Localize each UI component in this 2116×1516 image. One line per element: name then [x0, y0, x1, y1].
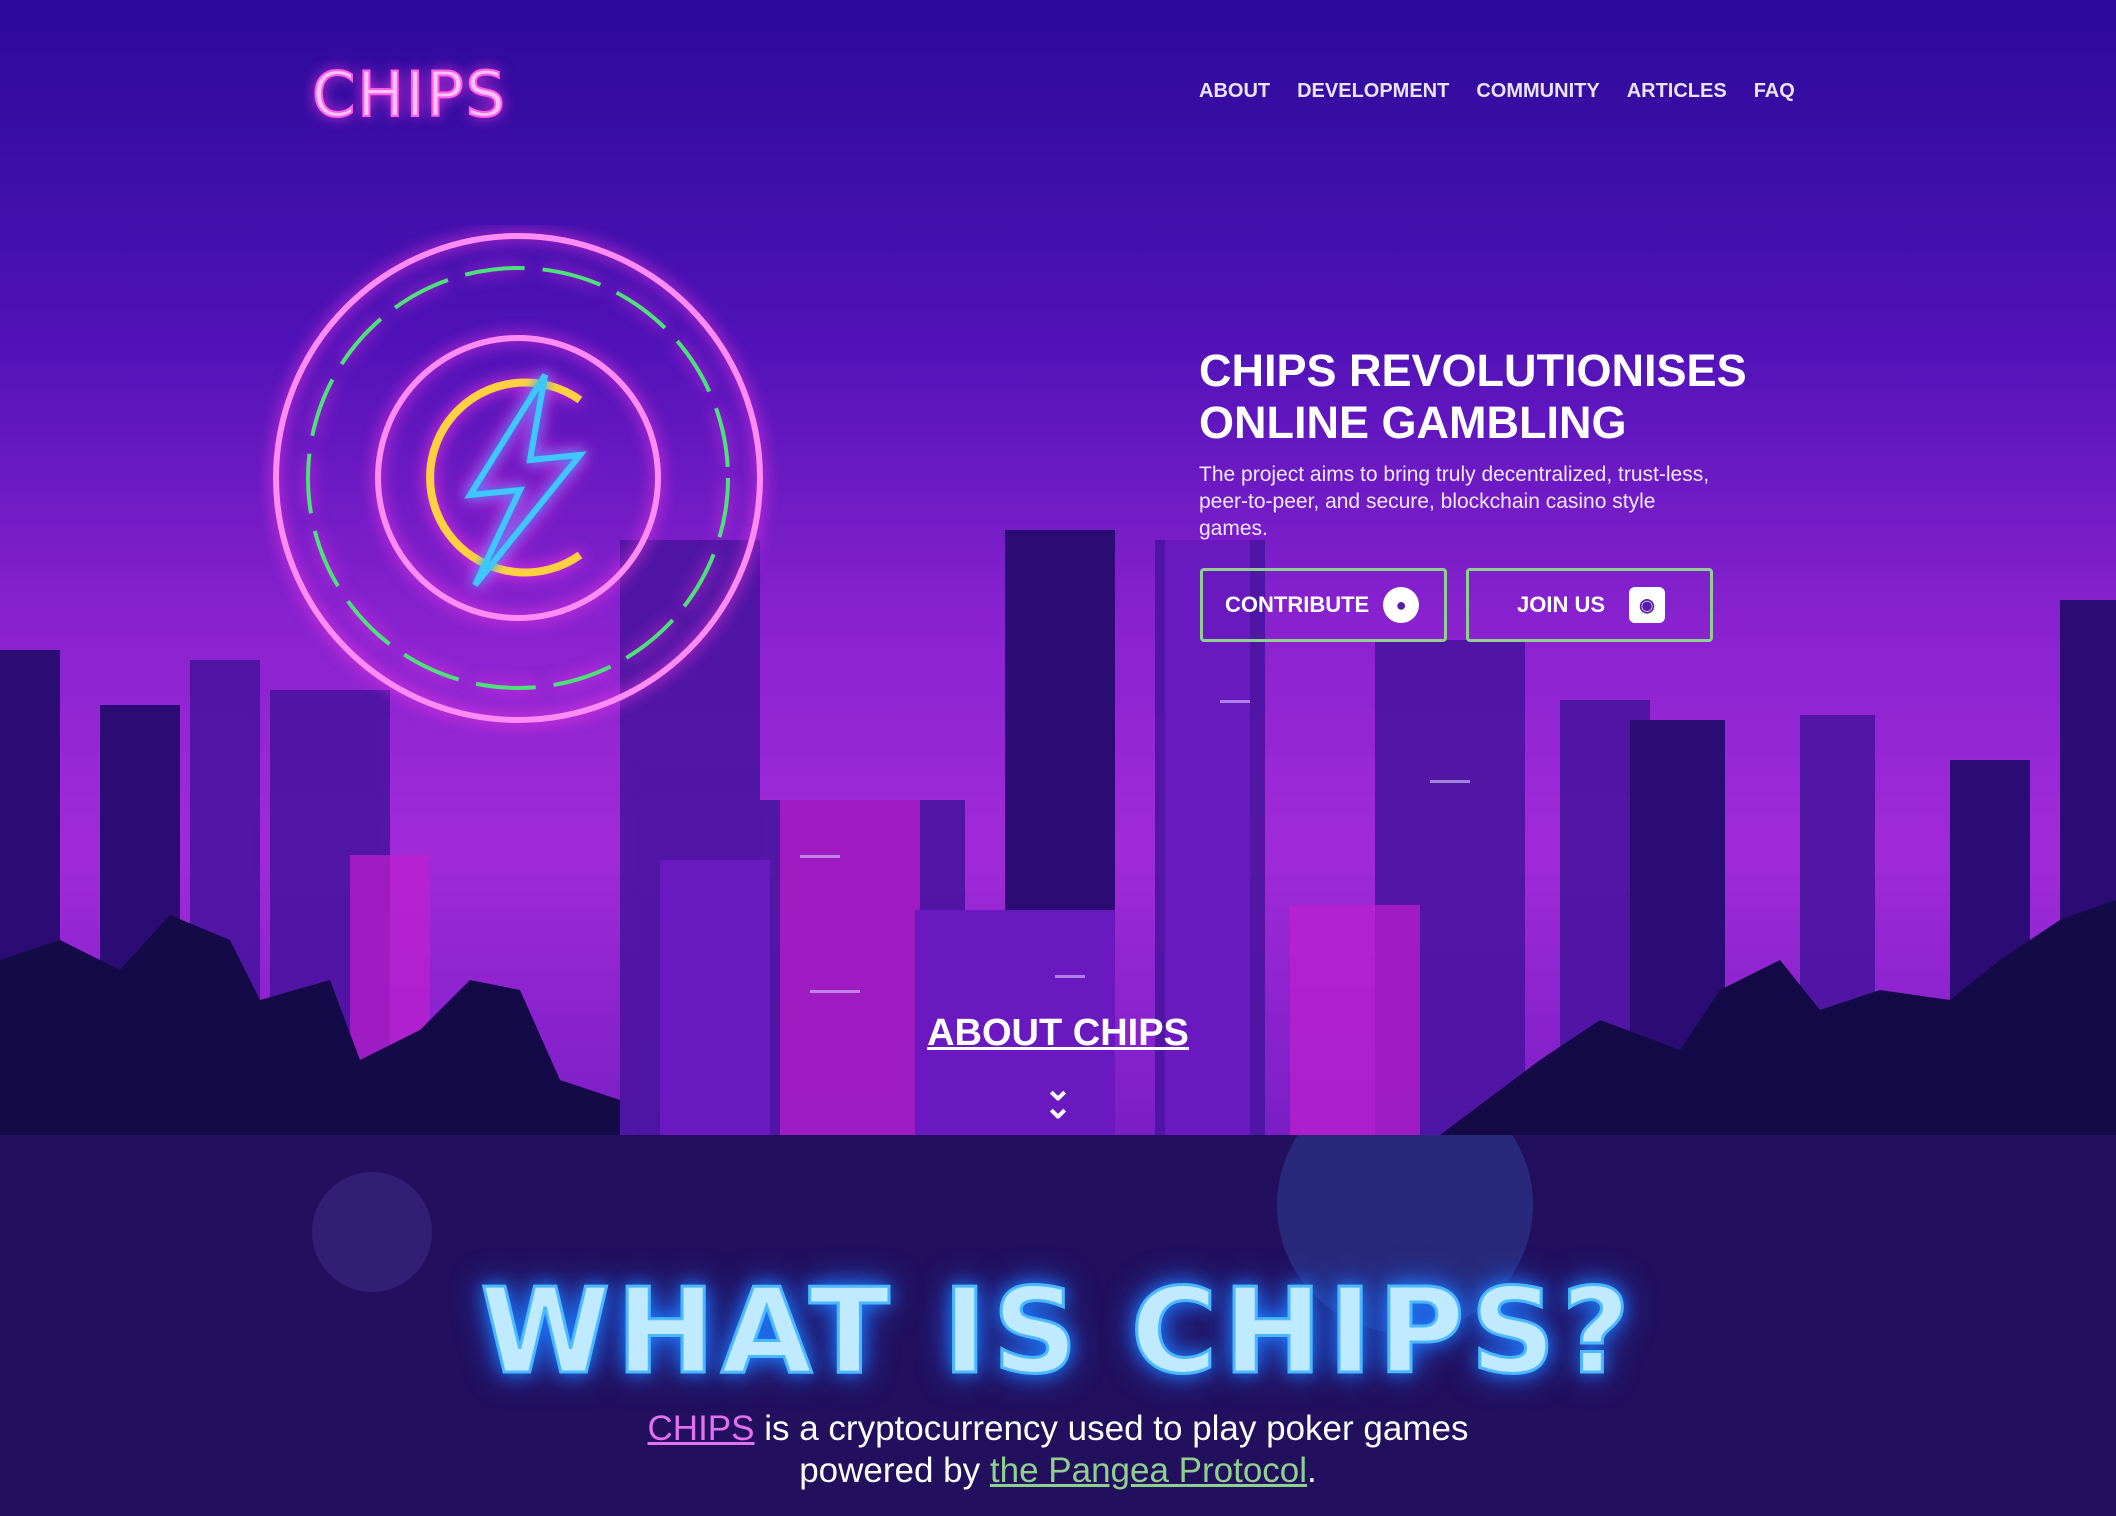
- nav-about[interactable]: ABOUT: [1199, 80, 1270, 103]
- hero-title: CHIPS REVOLUTIONISES ONLINE GAMBLING: [1199, 345, 1899, 449]
- pangea-protocol-link[interactable]: the Pangea Protocol: [990, 1451, 1307, 1490]
- main-nav: ABOUT DEVELOPMENT COMMUNITY ARTICLES FAQ: [1199, 80, 1795, 103]
- chips-link[interactable]: CHIPS: [648, 1409, 755, 1448]
- join-us-label: JOIN US: [1517, 592, 1606, 617]
- hero-description: The project aims to bring truly decentra…: [1199, 463, 1710, 540]
- what-is-chips-heading: WHAT IS CHIPS?: [479, 1261, 1636, 1402]
- github-icon: ●: [1383, 587, 1420, 623]
- discord-icon: ◉: [1629, 587, 1666, 623]
- join-us-button[interactable]: JOIN US ◉: [1466, 568, 1713, 642]
- nav-articles[interactable]: ARTICLES: [1627, 80, 1727, 103]
- chips-logo[interactable]: CHIPS: [311, 57, 507, 132]
- what-is-chips-description: CHIPS is a cryptocurrency used to play p…: [0, 1408, 2116, 1492]
- contribute-button[interactable]: CONTRIBUTE ●: [1200, 568, 1447, 642]
- nav-community[interactable]: COMMUNITY: [1476, 80, 1599, 103]
- contribute-label: CONTRIBUTE: [1225, 592, 1370, 617]
- desc-text3: .: [1307, 1451, 1317, 1490]
- neon-chip-logo-icon: [273, 233, 763, 723]
- desc-text2: powered by: [799, 1451, 990, 1490]
- hero-title-line2: ONLINE GAMBLING: [1199, 397, 1627, 448]
- desc-text1: is a cryptocurrency used to play poker g…: [754, 1409, 1469, 1448]
- double-chevron-down-icon[interactable]: ⌄ ⌄: [1040, 1072, 1076, 1124]
- hero-title-line1: CHIPS REVOLUTIONISES: [1199, 345, 1747, 396]
- nav-faq[interactable]: FAQ: [1754, 80, 1795, 103]
- hero-section: [0, 0, 2116, 1135]
- about-chips-link[interactable]: ABOUT CHIPS: [0, 1012, 2116, 1055]
- nav-development[interactable]: DEVELOPMENT: [1297, 80, 1449, 103]
